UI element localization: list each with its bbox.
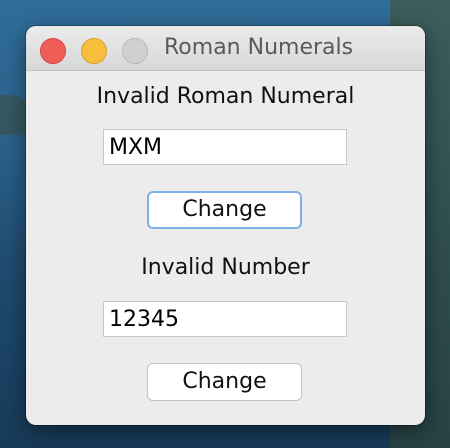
change-number-button[interactable]: Change [147, 363, 302, 401]
roman-numeral-input[interactable] [103, 129, 347, 165]
change-roman-button[interactable]: Change [147, 191, 302, 229]
number-status-label: Invalid Number [141, 255, 310, 280]
app-window: Roman Numerals Invalid Roman Numeral Cha… [26, 26, 425, 425]
title-bar[interactable]: Roman Numerals [26, 26, 425, 71]
minimize-window-button[interactable] [81, 38, 107, 64]
number-input[interactable] [103, 301, 347, 337]
window-title: Roman Numerals [164, 35, 354, 60]
close-window-button[interactable] [40, 38, 66, 64]
zoom-window-button [122, 38, 148, 64]
roman-status-label: Invalid Roman Numeral [96, 84, 355, 109]
